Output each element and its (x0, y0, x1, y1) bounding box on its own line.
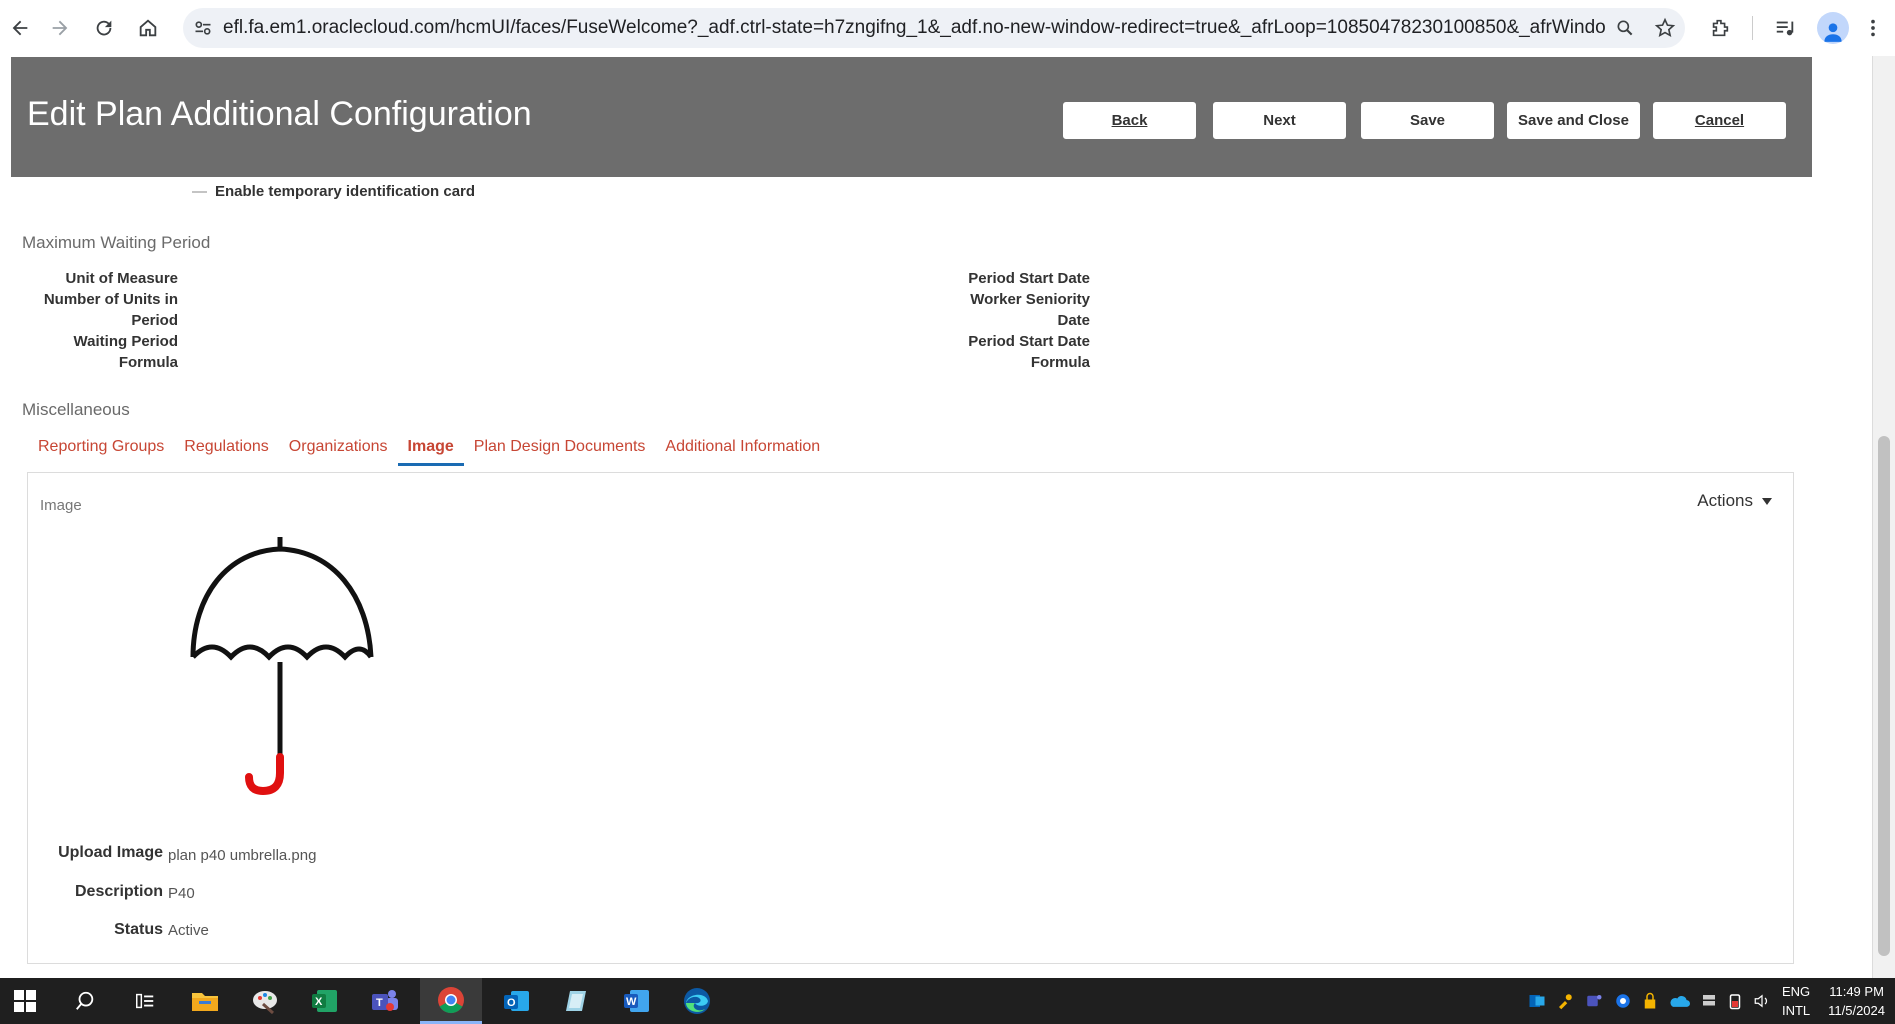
tab-image[interactable]: Image (397, 434, 464, 466)
lock-tray-icon[interactable] (1642, 992, 1658, 1010)
extensions-icon[interactable] (1700, 8, 1740, 48)
status-value: Active (168, 922, 209, 939)
storage-tray-icon[interactable] (1700, 992, 1718, 1010)
period-start-date-label: Period Start Date (968, 270, 1090, 287)
tab-additional-information[interactable]: Additional Information (655, 434, 830, 466)
paint-icon[interactable] (240, 978, 290, 1024)
save-and-close-button[interactable]: Save and Close (1507, 102, 1640, 139)
worker-seniority-label-line2: Date (1057, 312, 1090, 329)
save-and-close-label: Save and Close (1518, 112, 1629, 129)
enable-temp-card-checkbox[interactable]: — Enable temporary identification card (192, 183, 475, 200)
forward-arrow-icon[interactable] (40, 8, 80, 48)
waiting-formula-label: Formula (118, 354, 178, 371)
back-button[interactable]: Back (1063, 102, 1196, 139)
save-button-label: Save (1409, 112, 1446, 129)
browser-toolbar: efl.fa.em1.oraclecloud.com/hcmUI/faces/F… (0, 0, 1895, 56)
teams-tray-icon[interactable] (1584, 992, 1604, 1010)
chrome-icon[interactable] (420, 978, 482, 1024)
worker-seniority-label-line1: Worker Seniority (970, 291, 1090, 308)
word-icon[interactable]: W (612, 978, 662, 1024)
windows-start-icon[interactable] (0, 978, 50, 1024)
page-title: Edit Plan Additional Configuration (27, 95, 532, 133)
status-label: Status (114, 921, 163, 938)
task-view-icon[interactable] (120, 978, 170, 1024)
image-panel-caption: Image (40, 497, 82, 514)
back-button-label: Back (1111, 112, 1148, 129)
bookmark-star-icon[interactable] (1645, 17, 1685, 39)
actions-menu[interactable]: Actions (1697, 491, 1773, 511)
enable-temp-card-label: Enable temporary identification card (215, 183, 476, 200)
waiting-period-label: Waiting Period (73, 333, 178, 350)
umbrella-image (190, 537, 374, 795)
tab-reporting-groups[interactable]: Reporting Groups (28, 434, 174, 466)
clock-date: 11/5/2024 (1828, 1003, 1885, 1018)
site-settings-icon[interactable] (183, 18, 223, 38)
tab-organizations[interactable]: Organizations (279, 434, 398, 466)
tools-tray-icon[interactable] (1556, 992, 1574, 1010)
tab-regulations[interactable]: Regulations (174, 434, 279, 466)
edge-icon[interactable] (672, 978, 722, 1024)
address-bar[interactable]: efl.fa.em1.oraclecloud.com/hcmUI/faces/F… (183, 8, 1685, 48)
actions-label: Actions (1697, 491, 1753, 510)
onedrive-tray-icon[interactable] (1668, 993, 1690, 1009)
page-content: Edit Plan Additional Configuration Back … (0, 56, 1872, 978)
keyboard-layout: INTL (1781, 1003, 1811, 1018)
max-waiting-section-title: Maximum Waiting Period (22, 233, 211, 252)
reload-icon[interactable] (84, 8, 124, 48)
clock[interactable]: 11:49 PM 11/5/2024 (1828, 982, 1885, 1020)
page-scrollbar[interactable] (1872, 56, 1895, 978)
sync-tray-icon[interactable] (1614, 992, 1632, 1010)
language-indicator[interactable]: ENG INTL (1782, 982, 1810, 1020)
caret-down-icon (1762, 498, 1772, 505)
profile-avatar-icon[interactable] (1817, 12, 1849, 44)
system-tray: ENG INTL 11:49 PM 11/5/2024 (1528, 978, 1895, 1024)
upload-image-value[interactable]: plan p40 umbrella.png (168, 847, 316, 864)
misc-section-title: Miscellaneous (22, 400, 130, 419)
outlook-icon[interactable]: O (492, 978, 542, 1024)
save-button[interactable]: Save (1361, 102, 1494, 139)
period-start-date-formula-label-line2: Formula (1030, 354, 1090, 371)
battery-tray-icon[interactable] (1728, 992, 1742, 1010)
units-in-period-label-line2: Period (131, 312, 178, 329)
windows-taskbar: X T O W ENG INTL 11:49 PM 11/5/2024 (0, 978, 1895, 1024)
checkbox-indicator-icon: — (192, 183, 207, 200)
more-menu-icon[interactable] (1861, 8, 1885, 48)
svg-text:W: W (626, 996, 637, 1008)
misc-tabs: Reporting Groups Regulations Organizatio… (28, 434, 830, 466)
image-panel: Image Actions Upload Image plan p40 umbr… (27, 472, 1794, 964)
page-header: Edit Plan Additional Configuration Back … (11, 57, 1812, 177)
svg-text:O: O (507, 997, 516, 1009)
toolbar-divider (1752, 16, 1753, 40)
period-start-date-formula-label-line1: Period Start Date (968, 333, 1090, 350)
description-value: P40 (168, 885, 195, 902)
notes-app-icon[interactable] (552, 978, 602, 1024)
scrollbar-thumb[interactable] (1878, 436, 1890, 956)
home-icon[interactable] (128, 8, 168, 48)
description-label: Description (74, 883, 163, 900)
upload-image-label: Upload Image (58, 844, 163, 861)
tab-plan-design-documents[interactable]: Plan Design Documents (464, 434, 656, 466)
zoom-icon[interactable] (1605, 18, 1645, 38)
cancel-button[interactable]: Cancel (1653, 102, 1786, 139)
media-controls-icon[interactable] (1765, 8, 1805, 48)
language-code: ENG (1781, 984, 1811, 999)
teams-icon[interactable]: T (360, 978, 410, 1024)
url-text[interactable]: efl.fa.em1.oraclecloud.com/hcmUI/faces/F… (223, 17, 1605, 39)
file-explorer-icon[interactable] (180, 978, 230, 1024)
clock-time: 11:49 PM (1829, 984, 1884, 999)
svg-text:T: T (376, 997, 383, 1009)
next-button[interactable]: Next (1213, 102, 1346, 139)
svg-text:X: X (315, 996, 323, 1008)
excel-icon[interactable]: X (300, 978, 350, 1024)
search-icon[interactable] (60, 978, 110, 1024)
speaker-icon[interactable] (1752, 992, 1772, 1010)
back-arrow-icon[interactable] (0, 8, 40, 48)
units-in-period-label-line1: Number of Units in (43, 291, 178, 308)
next-button-label: Next (1263, 112, 1296, 129)
outlook-tray-icon[interactable] (1528, 992, 1546, 1010)
cancel-button-label: Cancel (1694, 112, 1745, 129)
unit-of-measure-label: Unit of Measure (65, 270, 178, 287)
